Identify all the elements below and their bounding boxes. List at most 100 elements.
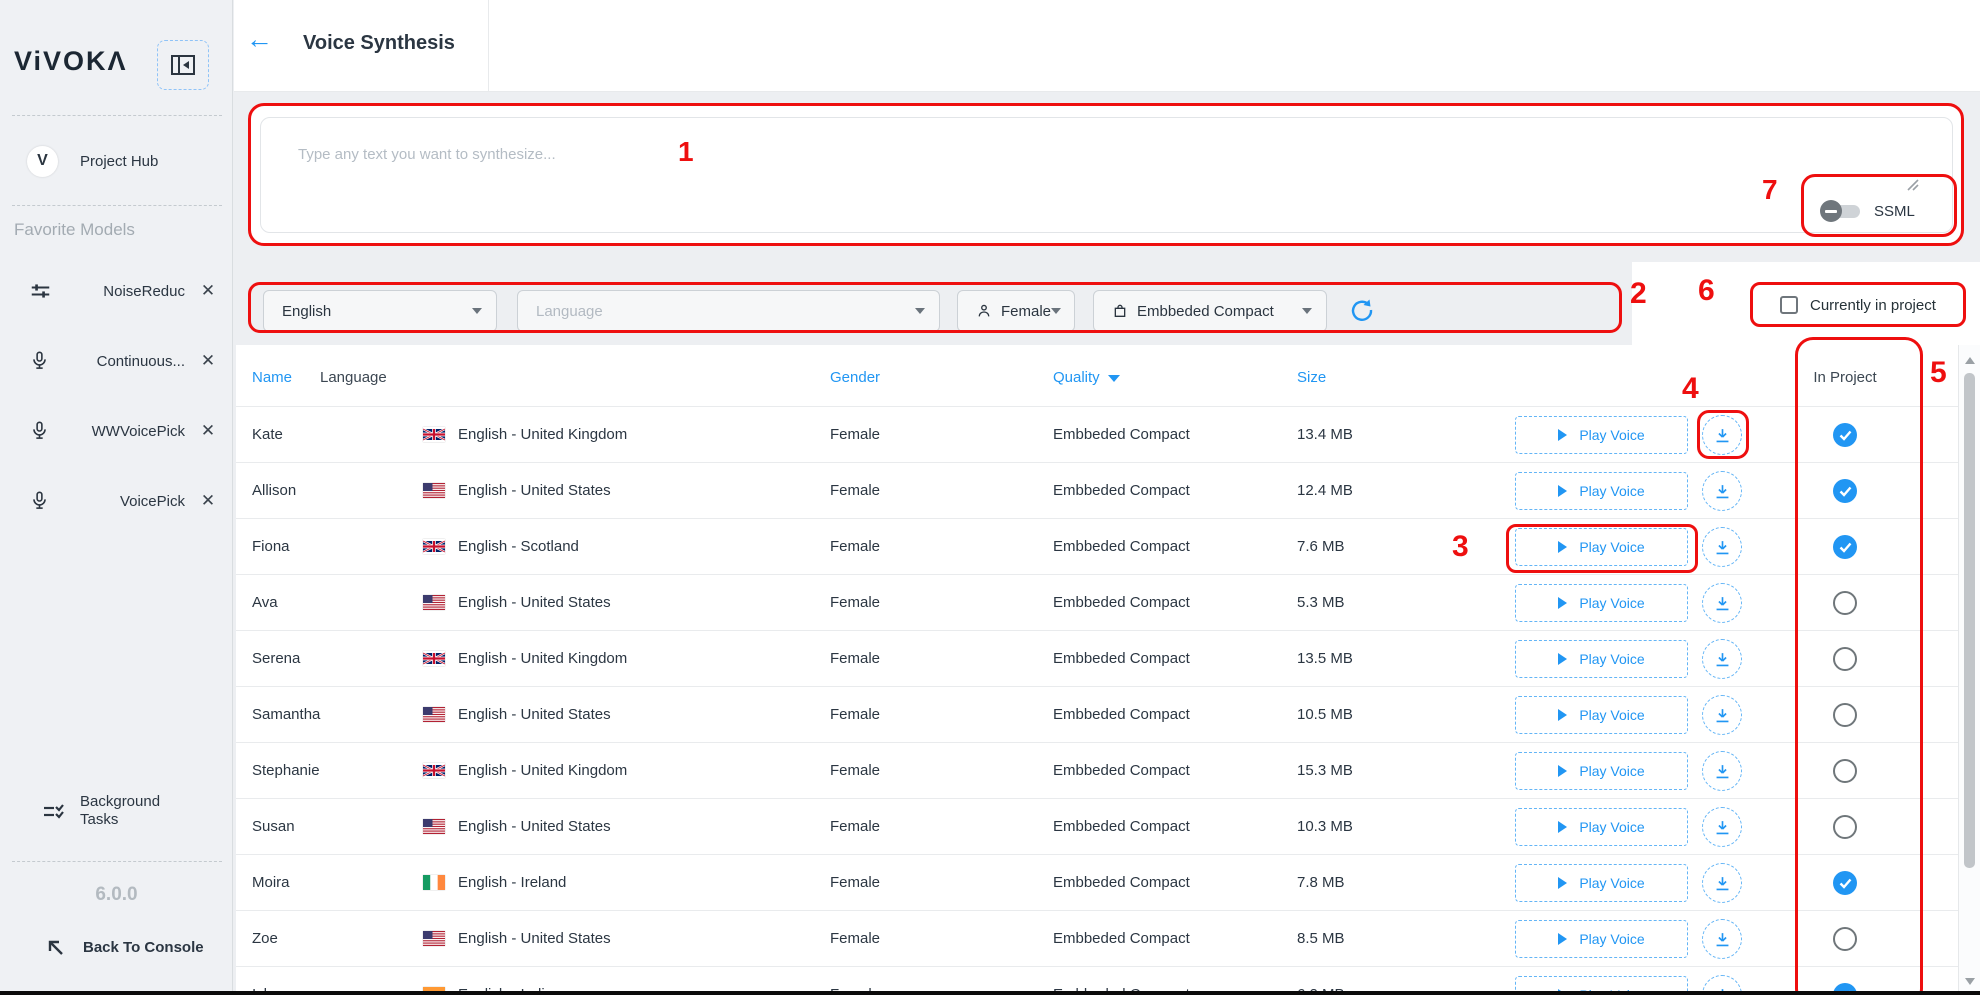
voice-size: 7.8 MB [1297,874,1345,891]
voice-language: English - Ireland [458,874,566,891]
voice-name: Moira [252,874,290,891]
play-icon [1558,597,1567,609]
chevron-down-icon [1302,308,1312,314]
voice-gender: Female [830,594,880,611]
table-row: SusanEnglish - United StatesFemaleEmbbed… [236,799,1980,855]
in-project-empty-circle[interactable] [1833,591,1857,615]
voice-size: 13.5 MB [1297,650,1353,667]
play-voice-button[interactable]: Play Voice [1515,808,1688,846]
currently-in-project-filter[interactable]: Currently in project [1780,296,1936,314]
version-label: 6.0.0 [0,884,233,906]
quality-dropdown[interactable]: Embbeded Compact [1093,290,1327,332]
synthesize-textarea[interactable]: Type any text you want to synthesize... [260,117,1953,233]
download-voice-button[interactable] [1702,471,1742,511]
gender-dropdown-value: Female [1001,303,1051,320]
in-project-check-icon[interactable] [1833,871,1857,895]
download-voice-button[interactable] [1702,639,1742,679]
scrollbar-thumb[interactable] [1964,373,1975,868]
voice-size: 8.5 MB [1297,930,1345,947]
voice-language: English - Scotland [458,538,579,555]
sidebar-item-project-hub[interactable]: V Project Hub [0,138,233,184]
in-project-empty-circle[interactable] [1833,759,1857,783]
voice-language: English - United Kingdom [458,426,627,443]
chevron-down-icon [915,308,925,314]
project-hub-label: Project Hub [80,153,158,170]
collapse-sidebar-button[interactable] [157,40,209,90]
download-voice-button[interactable] [1702,415,1742,455]
download-voice-button[interactable] [1702,583,1742,623]
voice-language: English - United States [458,594,611,611]
play-voice-button[interactable]: Play Voice [1515,416,1688,454]
accent-dropdown[interactable]: English [263,290,497,332]
us-flag-icon [423,819,445,834]
voice-quality: Embbeded Compact [1053,762,1190,779]
voice-size: 5.3 MB [1297,594,1345,611]
close-icon[interactable]: ✕ [199,281,217,301]
play-voice-button[interactable]: Play Voice [1515,640,1688,678]
voice-gender: Female [830,482,880,499]
download-voice-button[interactable] [1702,919,1742,959]
voice-size: 12.4 MB [1297,482,1353,499]
column-header-quality[interactable]: Quality [1053,369,1120,386]
in-project-empty-circle[interactable] [1833,815,1857,839]
page-header: ← Voice Synthesis [234,0,1980,92]
uk-flag-icon [423,763,445,778]
voice-gender: Female [830,874,880,891]
voice-name: Susan [252,818,295,835]
reset-filters-button[interactable] [1348,296,1378,326]
sidebar-item-noisereduc[interactable]: NoiseReduc✕ [0,270,233,312]
download-voice-button[interactable] [1702,863,1742,903]
download-voice-button[interactable] [1702,695,1742,735]
in-project-check-icon[interactable] [1833,423,1857,447]
download-voice-button[interactable] [1702,807,1742,847]
close-icon[interactable]: ✕ [199,491,217,511]
column-header-name[interactable]: Name [252,369,292,386]
table-header: Name Language Gender Quality Size In Pro… [236,345,1980,407]
synthesize-placeholder: Type any text you want to synthesize... [298,146,556,163]
scroll-down-arrow[interactable] [1965,978,1975,985]
play-voice-button[interactable]: Play Voice [1515,752,1688,790]
sidebar-item-continuous[interactable]: Continuous...✕ [0,340,233,382]
sidebar-item-voicepick[interactable]: VoicePick✕ [0,480,233,522]
close-icon[interactable]: ✕ [199,421,217,441]
divider [12,205,222,206]
play-voice-button[interactable]: Play Voice [1515,528,1688,566]
us-flag-icon [423,707,445,722]
play-voice-button[interactable]: Play Voice [1515,472,1688,510]
scroll-up-arrow[interactable] [1965,357,1975,364]
sidebar-item-wwvoicepick[interactable]: WWVoicePick✕ [0,410,233,452]
play-voice-button[interactable]: Play Voice [1515,584,1688,622]
in-project-empty-circle[interactable] [1833,927,1857,951]
play-icon [1558,933,1567,945]
play-voice-button[interactable]: Play Voice [1515,696,1688,734]
column-header-gender[interactable]: Gender [830,369,880,386]
in-project-empty-circle[interactable] [1833,647,1857,671]
in-project-empty-circle[interactable] [1833,703,1857,727]
play-icon [1558,485,1567,497]
voice-quality: Embbeded Compact [1053,482,1190,499]
in-project-check-icon[interactable] [1833,479,1857,503]
column-header-size[interactable]: Size [1297,369,1326,386]
ssml-toggle[interactable] [1820,200,1860,222]
tune-icon [30,281,54,301]
refresh-icon [1348,296,1378,324]
background-tasks-label: Background Tasks [80,793,180,829]
close-icon[interactable]: ✕ [199,351,217,371]
table-row: AllisonEnglish - United StatesFemaleEmbb… [236,463,1980,519]
back-arrow-icon[interactable]: ← [246,26,273,53]
back-to-console-button[interactable]: Back To Console [0,938,233,957]
resize-handle-icon[interactable] [1906,178,1920,192]
sidebar-item-background-tasks[interactable]: Background Tasks [0,793,233,829]
gender-dropdown[interactable]: Female [957,290,1075,332]
table-scrollbar[interactable] [1958,345,1980,995]
download-icon [1713,930,1732,949]
download-voice-button[interactable] [1702,751,1742,791]
play-voice-button[interactable]: Play Voice [1515,920,1688,958]
currently-in-project-checkbox[interactable] [1780,296,1798,314]
language-dropdown[interactable]: Language [517,290,940,332]
voice-size: 15.3 MB [1297,762,1353,779]
in-project-check-icon[interactable] [1833,535,1857,559]
download-voice-button[interactable] [1702,527,1742,567]
voice-name: Stephanie [252,762,320,779]
play-voice-button[interactable]: Play Voice [1515,864,1688,902]
